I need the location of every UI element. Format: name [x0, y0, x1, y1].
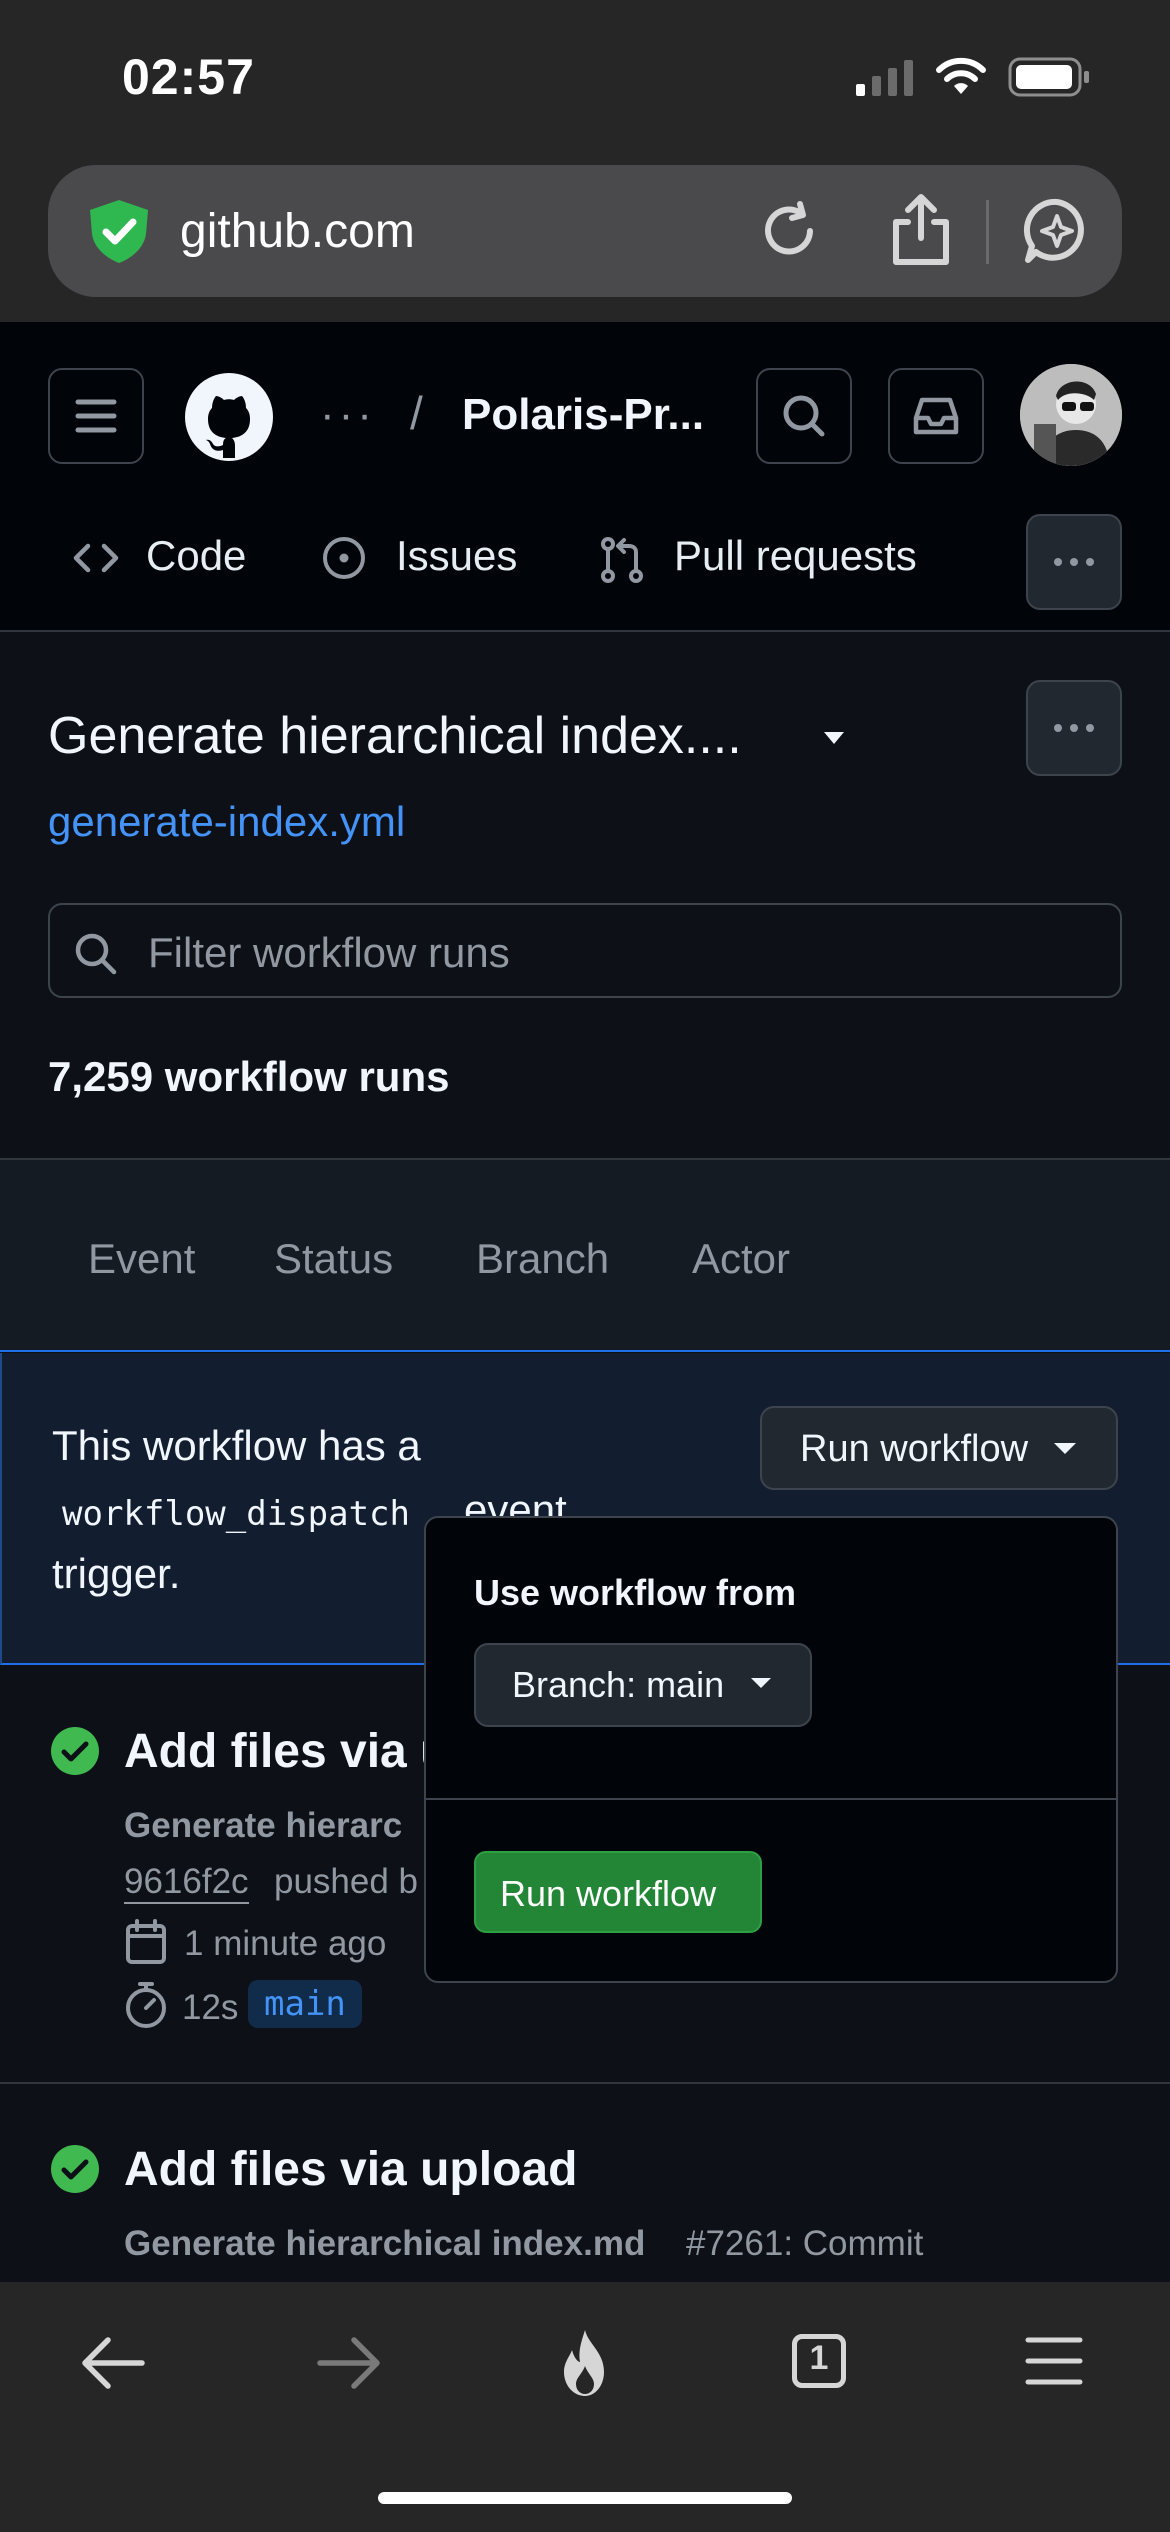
- pull-request-icon: [596, 536, 648, 584]
- status-time: 02:57: [122, 49, 255, 105]
- reload-icon[interactable]: [756, 198, 822, 264]
- inbox-button[interactable]: [888, 368, 984, 464]
- repo-name[interactable]: Polaris-Pr...: [462, 390, 704, 440]
- stopwatch-icon: [124, 1980, 168, 2030]
- filter-actor[interactable]: Actor: [692, 1235, 790, 1283]
- search-icon: [70, 928, 120, 978]
- github-logo-icon[interactable]: [182, 370, 276, 464]
- run-divider: [0, 2082, 1170, 2084]
- filter-branch[interactable]: Branch: [476, 1235, 609, 1283]
- tab-issues[interactable]: Issues: [396, 532, 517, 580]
- caret-down-icon: [748, 1674, 774, 1692]
- run-pushed-text: pushed b: [274, 1862, 419, 1901]
- run-title[interactable]: Add files via u: [124, 1724, 449, 1779]
- filter-placeholder: Filter workflow runs: [148, 929, 510, 976]
- share-icon[interactable]: [888, 192, 954, 268]
- issue-icon: [318, 536, 370, 580]
- wifi-icon: [934, 56, 988, 96]
- shield-check-icon: [84, 196, 154, 266]
- run-workflow-name: Generate hierarchical index.md: [124, 2224, 646, 2263]
- run-title[interactable]: Add files via upload: [124, 2142, 577, 2197]
- more-tabs-button[interactable]: [1026, 514, 1122, 610]
- filter-status[interactable]: Status: [274, 1235, 393, 1283]
- success-check-icon: [50, 2144, 100, 2194]
- owner-ellipsis[interactable]: ···: [320, 390, 376, 440]
- forward-icon[interactable]: [314, 2332, 384, 2394]
- run-count: 7,259 workflow runs: [48, 1053, 450, 1100]
- workflow-more-button[interactable]: [1026, 680, 1122, 776]
- filter-event[interactable]: Event: [88, 1235, 195, 1283]
- browser-menu-icon[interactable]: [1024, 2334, 1084, 2388]
- signal-icon: [856, 58, 914, 96]
- run-workflow-dropdown-label: Run workflow: [800, 1428, 1029, 1470]
- menu-button[interactable]: [48, 368, 144, 464]
- search-button[interactable]: [756, 368, 852, 464]
- avatar[interactable]: [1020, 364, 1122, 466]
- run-info: #7261: Commit: [686, 2224, 924, 2263]
- run-branch-tag[interactable]: main: [248, 1980, 362, 2028]
- url-text[interactable]: github.com: [180, 204, 415, 259]
- flame-icon[interactable]: [552, 2328, 618, 2398]
- run-duration: 12s: [182, 1988, 239, 2027]
- run-workflow-name: Generate hierarc: [124, 1806, 403, 1845]
- run-commit-link[interactable]: 9616f2c: [124, 1862, 249, 1904]
- banner-line-1: This workflow has a: [52, 1422, 421, 1469]
- branch-select-label: Branch: main: [512, 1664, 725, 1705]
- github-header: [0, 322, 1170, 632]
- popover-heading: Use workflow from: [474, 1572, 797, 1613]
- workflow-file-link[interactable]: generate-index.yml: [48, 798, 405, 846]
- battery-icon: [1008, 56, 1092, 98]
- workflow-title[interactable]: Generate hierarchical index....: [48, 706, 742, 766]
- run-time-ago: 1 minute ago: [184, 1924, 387, 1963]
- banner-line-3: trigger.: [52, 1550, 181, 1597]
- tab-count: 1: [809, 2339, 829, 2377]
- breadcrumb-separator: /: [410, 387, 423, 439]
- assistant-icon[interactable]: [1022, 196, 1092, 266]
- code-icon: [70, 536, 122, 580]
- popover-divider: [426, 1798, 1116, 1800]
- caret-down-icon[interactable]: [818, 728, 850, 748]
- caret-down-icon: [1050, 1438, 1080, 1458]
- tab-code[interactable]: Code: [146, 532, 246, 580]
- run-workflow-button-label: Run workflow: [500, 1873, 717, 1914]
- toolbar-divider: [986, 200, 989, 264]
- home-indicator: [378, 2492, 792, 2504]
- tab-pull-requests[interactable]: Pull requests: [674, 532, 917, 580]
- back-icon[interactable]: [78, 2332, 148, 2394]
- calendar-icon: [124, 1918, 168, 1966]
- banner-code: workflow_dispatch: [62, 1494, 410, 1534]
- success-check-icon: [50, 1726, 100, 1776]
